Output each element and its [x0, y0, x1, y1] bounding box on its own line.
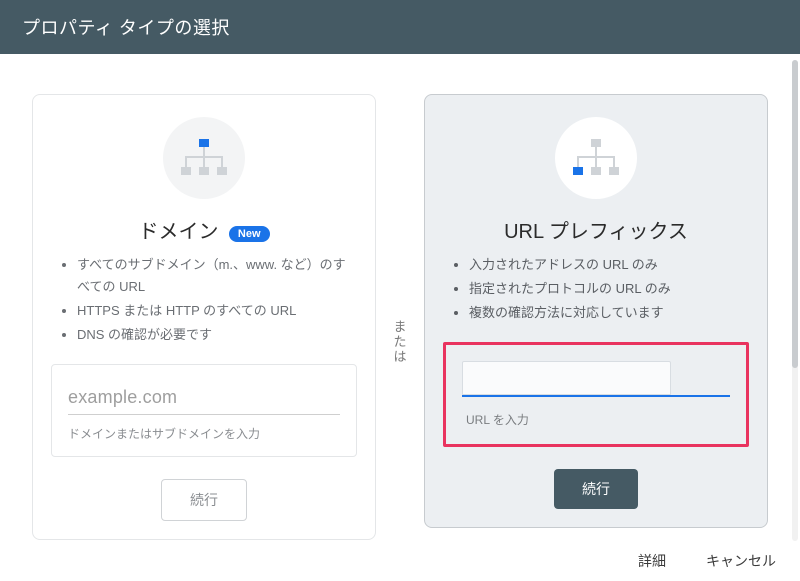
url-card-title: URL プレフィックス	[504, 215, 688, 244]
domain-title-row: ドメイン New	[51, 215, 357, 244]
vertical-scrollbar[interactable]	[792, 60, 798, 541]
property-card-domain[interactable]: ドメイン New すべてのサブドメイン（m.、www. など）のすべての URL…	[32, 94, 376, 540]
list-item: 複数の確認方法に対応しています	[469, 302, 749, 324]
url-input-underline	[462, 395, 730, 397]
domain-card-title: ドメイン	[138, 215, 218, 244]
domain-input-hint: ドメインまたはサブドメインを入力	[68, 425, 340, 442]
url-input-highlight: URL を入力	[443, 342, 749, 447]
domain-input-block[interactable]: example.com ドメインまたはサブドメインを入力	[51, 364, 357, 457]
input-underline	[68, 414, 340, 415]
list-item: すべてのサブドメイン（m.、www. など）のすべての URL	[77, 254, 357, 298]
list-item: 入力されたアドレスの URL のみ	[469, 254, 749, 276]
url-bullet-list: 入力されたアドレスの URL のみ 指定されたプロトコルの URL のみ 複数の…	[443, 254, 749, 324]
domain-input[interactable]: example.com	[68, 387, 340, 408]
cancel-button[interactable]: キャンセル	[706, 551, 776, 571]
domain-bullet-list: すべてのサブドメイン（m.、www. など）のすべての URL HTTPS また…	[51, 254, 357, 346]
scrollbar-thumb[interactable]	[792, 60, 798, 368]
modal-title: プロパティ タイプの選択	[22, 14, 230, 40]
url-continue-button[interactable]: 続行	[554, 469, 638, 509]
sitemap-icon	[569, 137, 623, 179]
domain-continue-button[interactable]: 続行	[161, 479, 247, 521]
new-badge: New	[229, 226, 270, 242]
content-area: ドメイン New すべてのサブドメイン（m.、www. など）のすべての URL…	[0, 54, 800, 540]
list-item: HTTPS または HTTP のすべての URL	[77, 300, 357, 322]
url-input-hint: URL を入力	[462, 411, 730, 428]
modal-header: プロパティ タイプの選択	[0, 0, 800, 54]
list-item: DNS の確認が必要です	[77, 324, 357, 346]
divider-or: または	[390, 94, 410, 364]
domain-icon-circle	[163, 117, 245, 199]
list-item: 指定されたプロトコルの URL のみ	[469, 278, 749, 300]
url-title-row: URL プレフィックス	[443, 215, 749, 244]
sitemap-icon	[177, 137, 231, 179]
details-link[interactable]: 詳細	[638, 551, 666, 571]
property-card-url-prefix[interactable]: URL プレフィックス 入力されたアドレスの URL のみ 指定されたプロトコル…	[424, 94, 768, 528]
url-icon-circle	[555, 117, 637, 199]
modal-footer: 詳細 キャンセル	[638, 551, 776, 571]
url-input[interactable]	[462, 361, 671, 395]
